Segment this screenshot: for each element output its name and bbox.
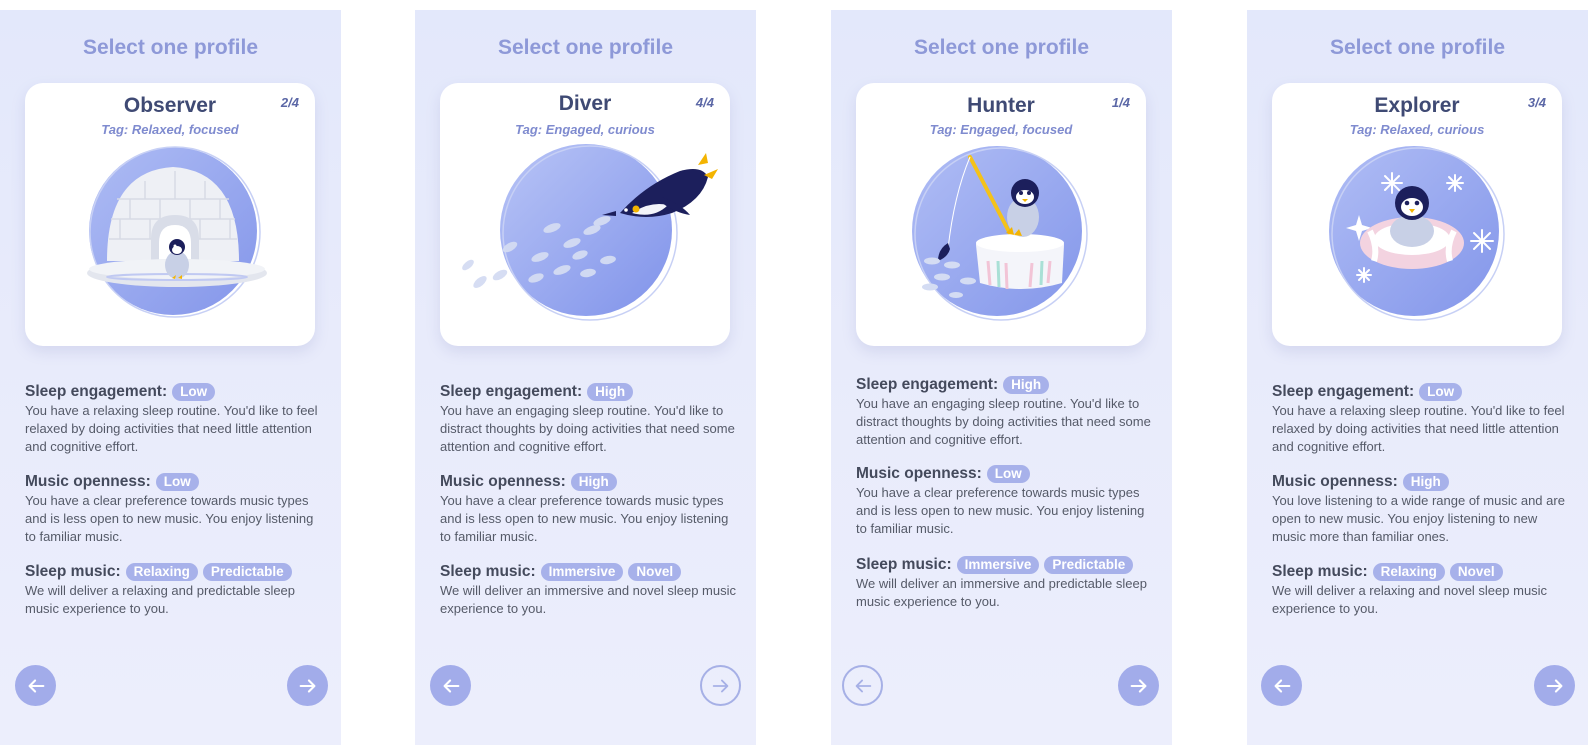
sleep-engagement-badge: Low [1419,383,1463,401]
profile-counter: 4/4 [695,95,714,110]
floating-penguin-illustration [1329,146,1505,321]
arrow-left-icon [855,679,871,692]
music-openness-label: Music openness: [1272,473,1398,490]
music-openness-badge: Low [155,473,199,491]
arrow-left-icon [443,678,459,693]
music-openness-section: Music openness: High You have a clear pr… [440,472,740,546]
sleep-engagement-badge: High [587,383,634,401]
profile-screen-diver: Select one profile Diver 4/4 Tag: Engage… [415,10,756,745]
music-openness-label: Music openness: [25,473,151,490]
next-button[interactable] [700,665,741,706]
sleep-music-badge: Relaxing [125,563,198,581]
sleep-music-badge: Immersive [956,556,1040,574]
fishing-penguin-illustration [912,146,1088,321]
sleep-engagement-description: You have a relaxing sleep routine. You'd… [25,403,318,454]
profile-card[interactable]: Hunter 1/4 Tag: Engaged, focused [856,83,1146,346]
music-openness-description: You love listening to a wide range of mu… [1272,493,1565,544]
arrow-left-icon [1274,678,1290,693]
arrow-right-icon [1130,678,1146,693]
arrow-right-icon [299,678,315,693]
screen-title: Select one profile [913,36,1090,59]
igloo-penguin-illustration [87,146,267,318]
profile-card[interactable]: Observer 2/4 Tag: Relaxed, focused [25,83,315,346]
music-openness-section: Music openness: Low You have a clear pre… [856,464,1156,538]
next-button[interactable] [1534,665,1575,706]
profile-counter: 1/4 [1111,95,1130,110]
sleep-engagement-section: Sleep engagement: High You have an engag… [440,382,740,456]
next-button[interactable] [1118,665,1159,706]
sleep-music-section: Sleep music: Immersive Predictable We wi… [856,555,1156,611]
profile-name: Diver [558,92,612,115]
sleep-music-badge: Predictable [202,563,292,581]
screen-title: Select one profile [1329,36,1506,59]
music-openness-label: Music openness: [440,473,566,490]
music-openness-label: Music openness: [856,465,982,482]
sleep-engagement-section: Sleep engagement: Low You have a relaxin… [1272,382,1572,456]
sleep-engagement-label: Sleep engagement: [1272,383,1415,400]
music-openness-description: You have a clear preference towards musi… [856,485,1145,536]
arrow-right-icon [712,679,728,692]
next-button[interactable] [287,665,328,706]
sleep-music-section: Sleep music: Immersive Novel We will del… [440,562,740,618]
profile-card[interactable]: Diver 4/4 Tag: Engaged, curious [440,83,730,346]
profile-counter: 2/4 [280,95,299,110]
sleep-engagement-description: You have an engaging sleep routine. You'… [440,403,735,454]
sleep-music-description: We will deliver an immersive and predict… [856,576,1147,609]
back-button[interactable] [842,665,883,706]
sleep-engagement-badge: High [1003,376,1050,394]
screen-title: Select one profile [497,36,674,59]
profile-card[interactable]: Explorer 3/4 Tag: Relaxed, curious [1272,83,1562,346]
sleep-music-label: Sleep music: [1272,563,1368,580]
music-openness-badge: High [1402,473,1449,491]
sleep-music-badge: Relaxing [1372,563,1445,581]
sleep-music-label: Sleep music: [440,563,536,580]
diving-penguin-illustration [462,144,718,321]
sleep-music-section: Sleep music: Relaxing Predictable We wil… [25,562,325,618]
music-openness-badge: High [570,473,617,491]
back-button[interactable] [15,665,56,706]
sleep-music-description: We will deliver a relaxing and novel sle… [1272,583,1548,616]
arrow-right-icon [1546,678,1562,693]
back-button[interactable] [1261,665,1302,706]
sleep-music-description: We will deliver a relaxing and predictab… [25,583,296,616]
sleep-music-label: Sleep music: [856,556,952,573]
music-openness-badge: Low [986,465,1030,483]
profile-screen-explorer: Select one profile Explorer 3/4 Tag: Rel… [1247,10,1588,745]
sleep-engagement-description: You have an engaging sleep routine. You'… [856,396,1151,447]
sleep-music-badge: Novel [1449,563,1503,581]
sleep-music-section: Sleep music: Relaxing Novel We will deli… [1272,562,1572,618]
music-openness-description: You have a clear preference towards musi… [440,493,729,544]
profile-name: Explorer [1374,94,1460,117]
sleep-music-description: We will deliver an immersive and novel s… [440,583,736,616]
profile-name: Observer [123,94,217,117]
arrow-left-icon [28,678,44,693]
profile-counter: 3/4 [1527,95,1546,110]
sleep-engagement-label: Sleep engagement: [25,383,168,400]
sleep-engagement-description: You have a relaxing sleep routine. You'd… [1272,403,1565,454]
sleep-engagement-section: Sleep engagement: Low You have a relaxin… [25,382,325,456]
sleep-music-badge: Predictable [1044,556,1134,574]
music-openness-section: Music openness: Low You have a clear pre… [25,472,325,546]
music-openness-description: You have a clear preference towards musi… [25,493,314,544]
sleep-engagement-section: Sleep engagement: High You have an engag… [856,375,1156,449]
profile-name: Hunter [967,94,1035,117]
sleep-engagement-badge: Low [172,383,216,401]
sleep-music-badge: Novel [628,563,682,581]
sleep-engagement-label: Sleep engagement: [440,383,583,400]
music-openness-section: Music openness: High You love listening … [1272,472,1572,546]
sleep-music-badge: Immersive [540,563,624,581]
sleep-engagement-label: Sleep engagement: [856,376,999,393]
profile-screen-hunter: Select one profile Hunter 1/4 Tag: Engag… [831,10,1172,745]
profile-screen-observer: Select one profile Observer 2/4 Tag: Rel… [0,10,341,745]
sleep-music-label: Sleep music: [25,563,121,580]
screen-title: Select one profile [82,36,259,59]
back-button[interactable] [430,665,471,706]
